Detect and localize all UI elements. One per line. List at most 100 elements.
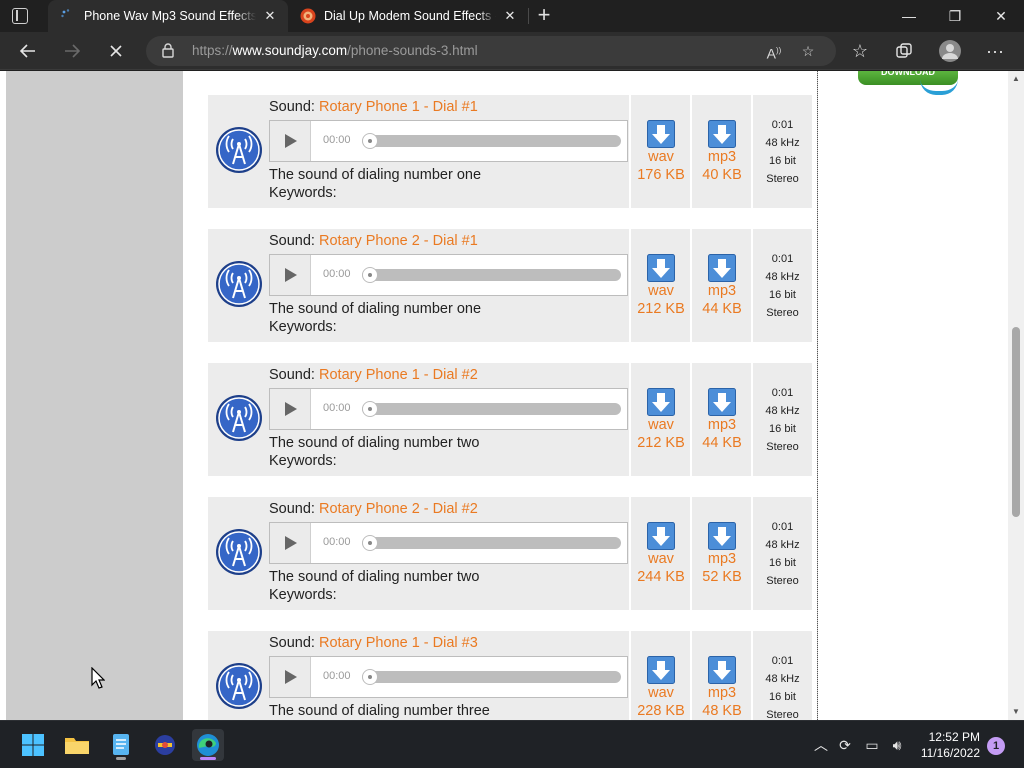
- download-arrow-icon: [708, 656, 736, 684]
- sound-title: Sound: Rotary Phone 1 - Dial #1: [269, 99, 478, 115]
- sound-name-link[interactable]: Rotary Phone 2 - Dial #1: [319, 233, 478, 249]
- play-button[interactable]: [270, 255, 311, 295]
- mp3-format-link[interactable]: mp3: [692, 685, 752, 701]
- tab-actions-icon[interactable]: [12, 8, 28, 24]
- sound-name-link[interactable]: Rotary Phone 1 - Dial #2: [319, 367, 478, 383]
- close-window-button[interactable]: ✕: [978, 0, 1024, 32]
- edge-button[interactable]: [192, 729, 224, 761]
- wav-file-size: 212 KB: [637, 435, 685, 451]
- tab-close-icon[interactable]: ✕: [262, 0, 278, 32]
- duration: 0:01: [771, 119, 794, 131]
- audio-player: 00:00: [269, 254, 628, 296]
- favorites-button[interactable]: ☆: [845, 36, 875, 66]
- seek-handle[interactable]: [362, 133, 378, 149]
- download-wav[interactable]: wav 176 KB: [629, 95, 689, 208]
- channels: Stereo: [766, 709, 799, 720]
- keywords-label: Keywords:: [269, 453, 337, 469]
- mp3-file-size: 40 KB: [702, 167, 742, 183]
- scroll-thumb[interactable]: [1012, 327, 1020, 517]
- channels: Stereo: [766, 575, 799, 587]
- seek-bar[interactable]: [362, 269, 621, 281]
- profile-avatar-icon: [939, 40, 961, 62]
- tab-close-icon[interactable]: ✕: [502, 0, 518, 32]
- seek-bar[interactable]: [362, 537, 621, 549]
- read-aloud-icon[interactable]: A)): [764, 42, 784, 62]
- download-arrow-icon: [647, 254, 675, 282]
- download-mp3[interactable]: mp3 44 KB: [690, 229, 750, 342]
- new-tab-button[interactable]: +: [532, 0, 556, 32]
- profile-button[interactable]: [935, 36, 965, 66]
- play-button[interactable]: [270, 121, 311, 161]
- seek-handle[interactable]: [362, 535, 378, 551]
- download-wav[interactable]: wav 212 KB: [629, 363, 689, 476]
- minimize-button[interactable]: —: [886, 0, 932, 32]
- network-icon[interactable]: ▭: [862, 735, 882, 755]
- page-viewport: DOWNLOAD Sound: Rotary Phone 1 - Dial #1…: [0, 71, 1008, 720]
- page-left-margin: [0, 71, 6, 720]
- wav-format-link[interactable]: wav: [631, 417, 691, 433]
- start-button[interactable]: [17, 729, 49, 761]
- download-mp3[interactable]: mp3 44 KB: [690, 363, 750, 476]
- mp3-format-link[interactable]: mp3: [692, 551, 752, 567]
- sound-description: The sound of dialing number two: [269, 435, 480, 451]
- sound-card: Sound: Rotary Phone 1 - Dial #1 00:00 Th…: [208, 95, 812, 208]
- sound-card: Sound: Rotary Phone 1 - Dial #3 00:00 Th…: [208, 631, 812, 720]
- download-wav[interactable]: wav 212 KB: [629, 229, 689, 342]
- wav-file-size: 244 KB: [637, 569, 685, 585]
- tab-phone-sounds[interactable]: Phone Wav Mp3 Sound Effects - ✕: [48, 0, 288, 32]
- download-arrow-icon: [708, 388, 736, 416]
- stop-loading-button[interactable]: [101, 36, 131, 66]
- play-button[interactable]: [270, 389, 311, 429]
- system-clock[interactable]: 12:52 PM 11/16/2022: [908, 729, 980, 761]
- tab-dial-up-modem[interactable]: Dial Up Modem Sound Effects - ✕: [288, 0, 528, 32]
- wav-format-link[interactable]: wav: [631, 551, 691, 567]
- forward-button[interactable]: [57, 36, 87, 66]
- seek-bar[interactable]: [362, 403, 621, 415]
- app-button[interactable]: [149, 729, 181, 761]
- sound-name-link[interactable]: Rotary Phone 1 - Dial #3: [319, 635, 478, 651]
- download-mp3[interactable]: mp3 52 KB: [690, 497, 750, 610]
- tray-overflow-chevron-icon[interactable]: ︿: [811, 735, 831, 755]
- restore-button[interactable]: ❐: [932, 0, 978, 32]
- page-scrollbar[interactable]: ▲ ▼: [1008, 71, 1024, 720]
- play-button[interactable]: [270, 523, 311, 563]
- seek-handle[interactable]: [362, 401, 378, 417]
- time-display: 00:00: [323, 268, 351, 280]
- wav-format-link[interactable]: wav: [631, 685, 691, 701]
- notepad-button[interactable]: [105, 729, 137, 761]
- address-bar[interactable]: https://www.soundjay.com/phone-sounds-3.…: [146, 36, 836, 66]
- seek-handle[interactable]: [362, 267, 378, 283]
- download-mp3[interactable]: mp3 48 KB: [690, 631, 750, 720]
- mp3-format-link[interactable]: mp3: [692, 283, 752, 299]
- add-favorite-icon[interactable]: ☆: [798, 42, 818, 60]
- wav-format-link[interactable]: wav: [631, 149, 691, 165]
- sound-name-link[interactable]: Rotary Phone 1 - Dial #1: [319, 99, 478, 115]
- seek-handle[interactable]: [362, 669, 378, 685]
- download-wav[interactable]: wav 244 KB: [629, 497, 689, 610]
- back-button[interactable]: [13, 36, 43, 66]
- wav-file-size: 212 KB: [637, 301, 685, 317]
- seek-bar[interactable]: [362, 135, 621, 147]
- volume-icon[interactable]: 🔊︎: [887, 735, 907, 755]
- wav-file-size: 176 KB: [637, 167, 685, 183]
- collections-button[interactable]: [889, 36, 919, 66]
- sound-name-link[interactable]: Rotary Phone 2 - Dial #2: [319, 501, 478, 517]
- download-arrow-icon: [708, 120, 736, 148]
- sound-label: Sound:: [269, 233, 319, 249]
- mp3-format-link[interactable]: mp3: [692, 149, 752, 165]
- play-button[interactable]: [270, 657, 311, 697]
- download-mp3[interactable]: mp3 40 KB: [690, 95, 750, 208]
- sound-label: Sound:: [269, 635, 319, 651]
- scroll-down-arrow-icon[interactable]: ▼: [1008, 704, 1024, 720]
- download-wav[interactable]: wav 228 KB: [629, 631, 689, 720]
- wav-format-link[interactable]: wav: [631, 283, 691, 299]
- scroll-up-arrow-icon[interactable]: ▲: [1008, 71, 1024, 87]
- sync-icon[interactable]: ⟳: [835, 735, 855, 755]
- mp3-format-link[interactable]: mp3: [692, 417, 752, 433]
- settings-menu-button[interactable]: ···: [980, 36, 1010, 66]
- file-explorer-button[interactable]: [61, 729, 93, 761]
- sound-card: Sound: Rotary Phone 2 - Dial #1 00:00 Th…: [208, 229, 812, 342]
- seek-bar[interactable]: [362, 671, 621, 683]
- duration: 0:01: [771, 253, 794, 265]
- notification-badge[interactable]: 1: [987, 737, 1005, 755]
